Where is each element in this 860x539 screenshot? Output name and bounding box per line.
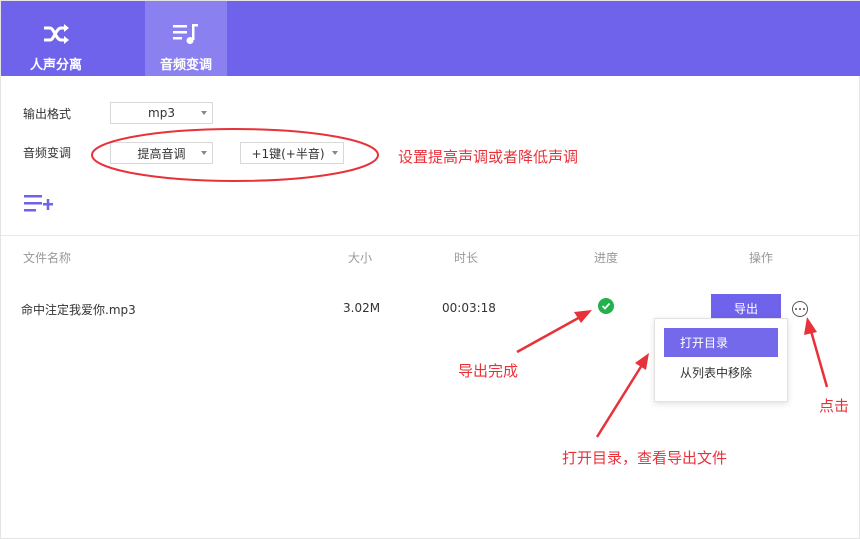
header-size: 大小 bbox=[348, 251, 373, 265]
top-nav-bar: 人声分离 音频变调 bbox=[1, 1, 860, 76]
header-file-name: 文件名称 bbox=[23, 251, 72, 265]
shuffle-icon bbox=[41, 19, 71, 49]
annotation-overlay bbox=[91, 128, 829, 438]
annotation-export-done: 导出完成 bbox=[458, 362, 519, 380]
header-action: 操作 bbox=[749, 251, 774, 265]
context-menu: 打开目录 从列表中移除 bbox=[654, 318, 788, 402]
file-size: 3.02M bbox=[343, 301, 381, 315]
pitch-shift-label: 音频变调 bbox=[23, 146, 72, 160]
tab-pitch-shift[interactable]: 音频变调 bbox=[145, 1, 227, 76]
tab-vocal-separation-label: 人声分离 bbox=[29, 58, 82, 73]
pitch-mode-select[interactable]: 提高音调 bbox=[110, 142, 213, 164]
output-format-label: 输出格式 bbox=[23, 107, 72, 121]
arrow-to-more-options bbox=[809, 330, 829, 388]
add-to-list-icon[interactable] bbox=[23, 193, 53, 215]
arrow-head-open-directory bbox=[635, 353, 649, 370]
check-circle-icon bbox=[598, 298, 614, 314]
arrow-to-open-directory bbox=[595, 364, 644, 438]
chevron-down-icon bbox=[332, 151, 338, 155]
annotation-pitch-note: 设置提高声调或者降低声调 bbox=[398, 148, 579, 166]
chevron-down-icon bbox=[201, 111, 207, 115]
pitch-mode-value: 提高音调 bbox=[137, 146, 186, 161]
arrow-head-progress bbox=[574, 310, 592, 323]
output-format-select[interactable]: mp3 bbox=[110, 102, 213, 124]
header-progress: 进度 bbox=[594, 251, 619, 265]
chevron-down-icon bbox=[201, 151, 207, 155]
more-options-icon[interactable] bbox=[792, 301, 808, 317]
arrow-head-more-options bbox=[804, 317, 817, 335]
header-duration: 时长 bbox=[454, 251, 479, 265]
output-format-value: mp3 bbox=[148, 106, 175, 120]
tab-pitch-shift-label: 音频变调 bbox=[159, 58, 212, 73]
file-name: 命中注定我爱你.mp3 bbox=[21, 303, 136, 317]
annotation-open-directory: 打开目录，查看导出文件 bbox=[562, 449, 728, 467]
music-list-icon bbox=[171, 19, 201, 49]
divider bbox=[1, 235, 859, 236]
file-duration: 00:03:18 bbox=[442, 301, 496, 315]
annotation-click: 点击 bbox=[819, 397, 850, 415]
pitch-amount-value: +1键(+半音) bbox=[251, 146, 325, 161]
pitch-amount-select[interactable]: +1键(+半音) bbox=[240, 142, 344, 164]
arrow-to-progress bbox=[516, 314, 583, 354]
app-window: 人声分离 音频变调 输出格式 mp3 音频变调 提高音调 +1键(+半音) 文件… bbox=[0, 0, 860, 539]
menu-item-remove-from-list[interactable]: 从列表中移除 bbox=[664, 358, 778, 387]
tab-vocal-separation[interactable]: 人声分离 bbox=[1, 1, 111, 76]
menu-item-open-directory[interactable]: 打开目录 bbox=[664, 328, 778, 357]
